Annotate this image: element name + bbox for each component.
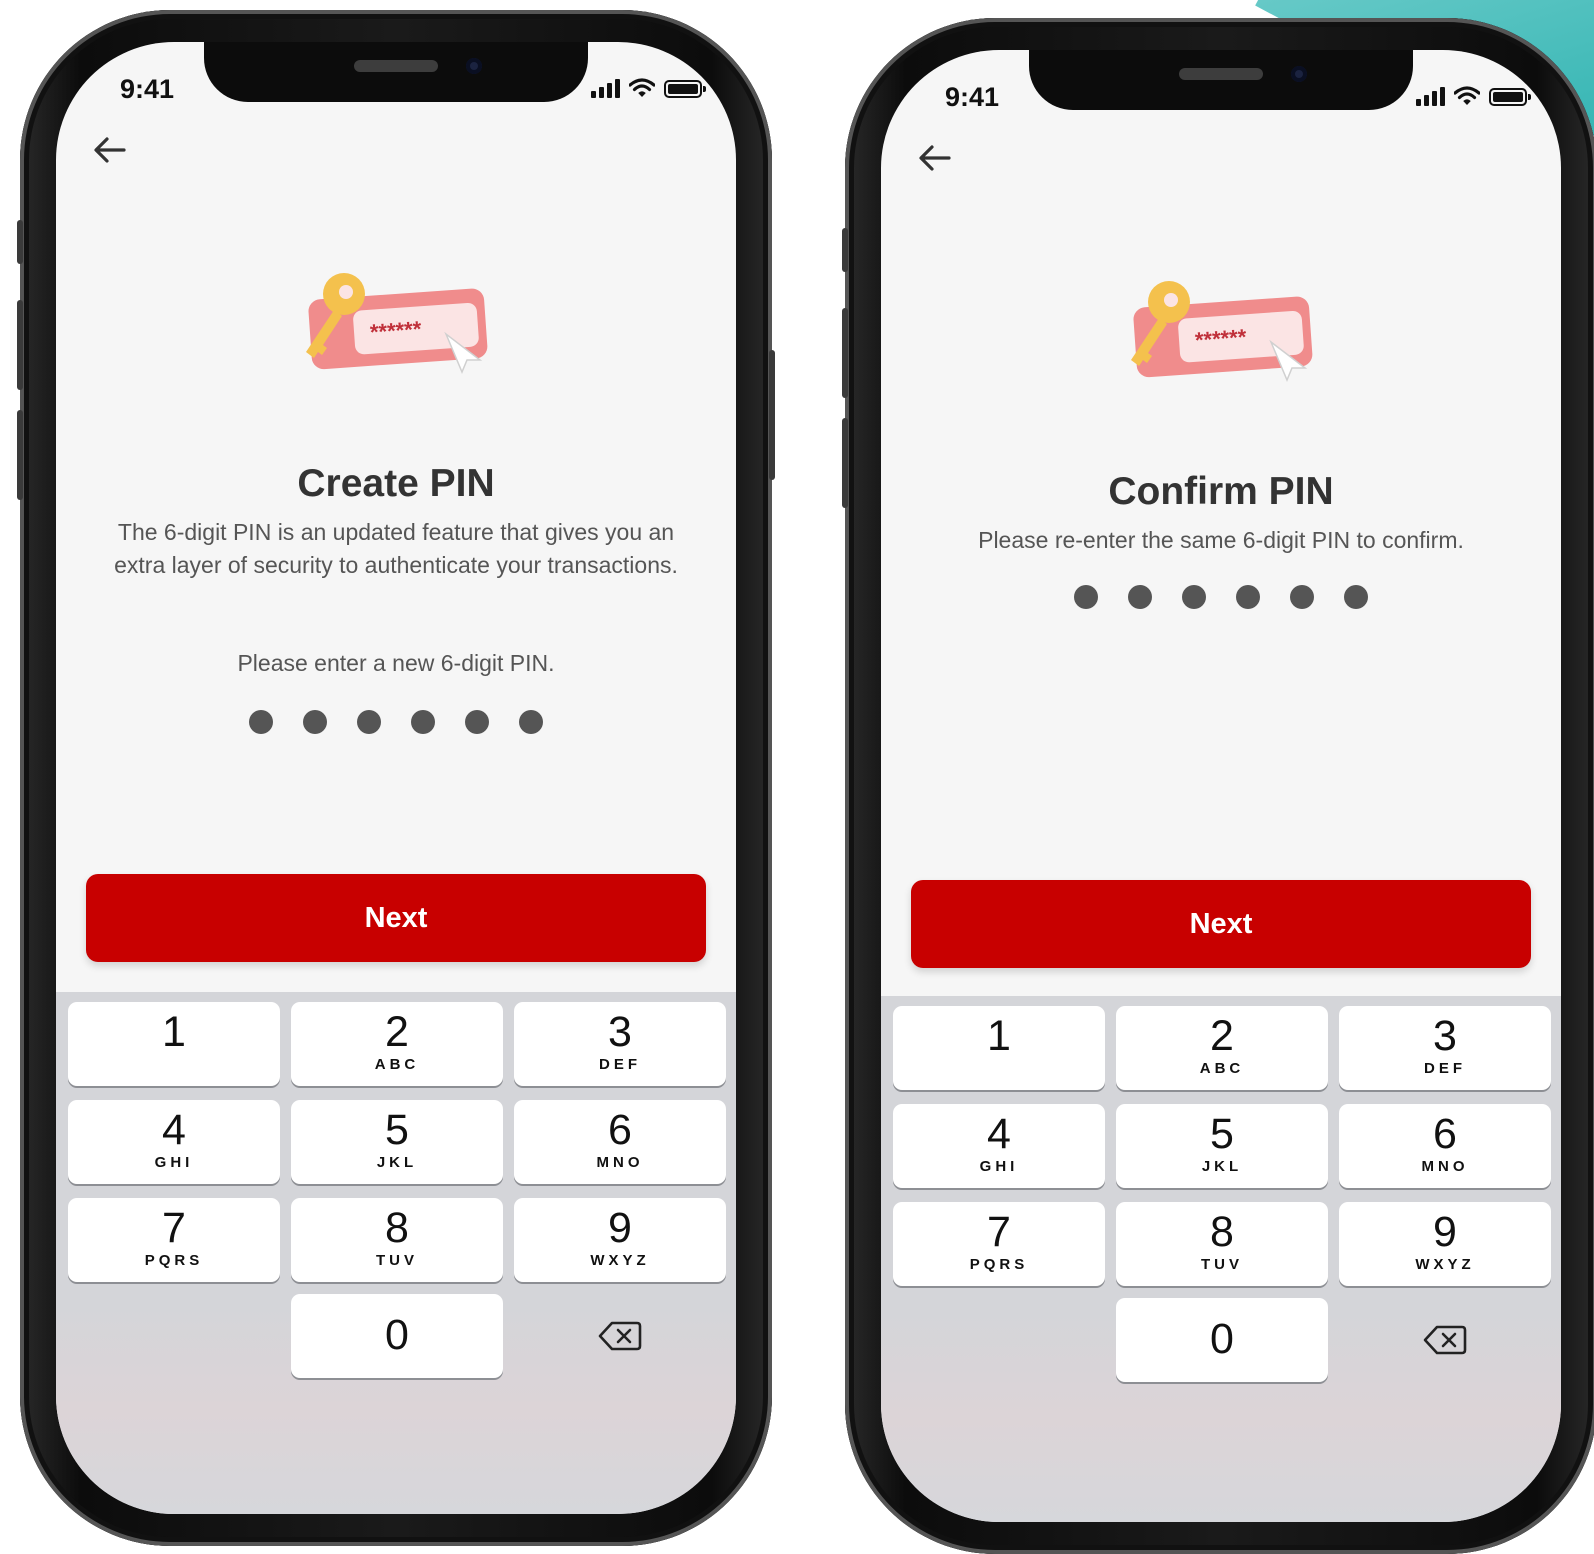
silent-switch — [842, 228, 848, 272]
key-5[interactable]: 5 JKL — [291, 1100, 503, 1184]
notch — [1029, 50, 1413, 110]
phone-create-pin: 9:41 ****** Create PIN The 6-digit PIN i… — [17, 10, 775, 1546]
page-title: Create PIN — [297, 462, 495, 505]
pin-dot — [249, 710, 273, 734]
battery-icon — [664, 80, 706, 98]
key-6[interactable]: 6 MNO — [1339, 1104, 1551, 1188]
key-2[interactable]: 2 ABC — [291, 1002, 503, 1086]
next-button[interactable]: Next — [86, 874, 706, 962]
speaker — [354, 60, 438, 72]
status-time: 9:41 — [945, 82, 1000, 112]
key-4[interactable]: 4 GHI — [893, 1104, 1105, 1188]
phone-confirm-pin: 9:41 ****** Confirm PIN Please re-enter … — [842, 18, 1594, 1554]
key-7[interactable]: 7 PQRS — [893, 1202, 1105, 1286]
volume-down-button — [17, 410, 23, 500]
delete-key[interactable] — [1339, 1298, 1551, 1382]
delete-key[interactable] — [514, 1294, 726, 1378]
key-1[interactable]: 1 — [893, 1006, 1105, 1090]
back-arrow-icon[interactable] — [915, 138, 955, 178]
front-camera — [1291, 66, 1307, 82]
description: The 6-digit PIN is an updated feature th… — [114, 519, 678, 578]
key-5[interactable]: 5 JKL — [1116, 1104, 1328, 1188]
key-7[interactable]: 7 PQRS — [68, 1198, 280, 1282]
key-1[interactable]: 1 — [68, 1002, 280, 1086]
back-arrow-icon[interactable] — [90, 130, 130, 170]
pin-dot — [1128, 585, 1152, 609]
key-8[interactable]: 8 TUV — [291, 1198, 503, 1282]
speaker — [1179, 68, 1263, 80]
cellular-signal-icon — [591, 78, 620, 98]
screen: 9:41 ****** Create PIN The 6-digit PIN i… — [56, 42, 736, 1514]
cellular-signal-icon — [1416, 86, 1445, 106]
pin-dot — [465, 710, 489, 734]
key-0[interactable]: 0 — [291, 1294, 503, 1378]
numeric-keypad: 1 2 ABC 3 DEF 4 GHI 5 JKL 6 MNO 7 PQRS 8 TUV 9W… — [881, 996, 1561, 1522]
pin-dots — [881, 585, 1561, 609]
key-8[interactable]: 8 TUV — [1116, 1202, 1328, 1286]
status-icons — [591, 78, 706, 98]
key-2[interactable]: 2 ABC — [1116, 1006, 1328, 1090]
notch — [204, 42, 588, 102]
pin-dot — [1344, 585, 1368, 609]
numeric-keypad: 1 2 ABC 3 DEF 4 GHI 5 JKL 6 MNO 7 PQRS 8 TUV 9W… — [56, 992, 736, 1514]
key-0[interactable]: 0 — [1116, 1298, 1328, 1382]
description: Please re-enter the same 6-digit PIN to … — [978, 527, 1464, 553]
volume-down-button — [842, 418, 848, 508]
pin-prompt: Please enter a new 6-digit PIN. — [237, 650, 555, 676]
key-password-illustration: ****** — [306, 273, 488, 374]
pin-mask-text: ****** — [1194, 324, 1247, 353]
wifi-icon — [1454, 86, 1480, 105]
key-password-illustration: ****** — [1131, 281, 1313, 382]
key-3[interactable]: 3 DEF — [514, 1002, 726, 1086]
page-title: Confirm PIN — [1108, 470, 1334, 513]
pin-mask-text: ****** — [369, 316, 422, 345]
volume-up-button — [17, 300, 23, 390]
status-time: 9:41 — [120, 74, 175, 104]
pin-dot — [1236, 585, 1260, 609]
power-button — [769, 350, 775, 480]
backspace-icon — [1423, 1325, 1467, 1355]
key-3[interactable]: 3 DEF — [1339, 1006, 1551, 1090]
pin-dot — [411, 710, 435, 734]
pin-dot — [519, 710, 543, 734]
key-6[interactable]: 6 MNO — [514, 1100, 726, 1184]
backspace-icon — [598, 1321, 642, 1351]
key-9[interactable]: 9 WXYZ — [514, 1198, 726, 1282]
next-button[interactable]: Next — [911, 880, 1531, 968]
pin-dot — [1290, 585, 1314, 609]
pin-dots — [56, 710, 736, 734]
wifi-icon — [629, 78, 655, 97]
pin-dot — [357, 710, 381, 734]
pin-dot — [303, 710, 327, 734]
key-9[interactable]: 9 WXYZ — [1339, 1202, 1551, 1286]
key-4[interactable]: 4 GHI — [68, 1100, 280, 1184]
silent-switch — [17, 220, 23, 264]
status-icons — [1416, 86, 1531, 106]
front-camera — [466, 58, 482, 74]
volume-up-button — [842, 308, 848, 398]
battery-icon — [1489, 88, 1531, 106]
pin-dot — [1074, 585, 1098, 609]
pin-dot — [1182, 585, 1206, 609]
screen: 9:41 ****** Confirm PIN Please re-enter … — [881, 50, 1561, 1522]
